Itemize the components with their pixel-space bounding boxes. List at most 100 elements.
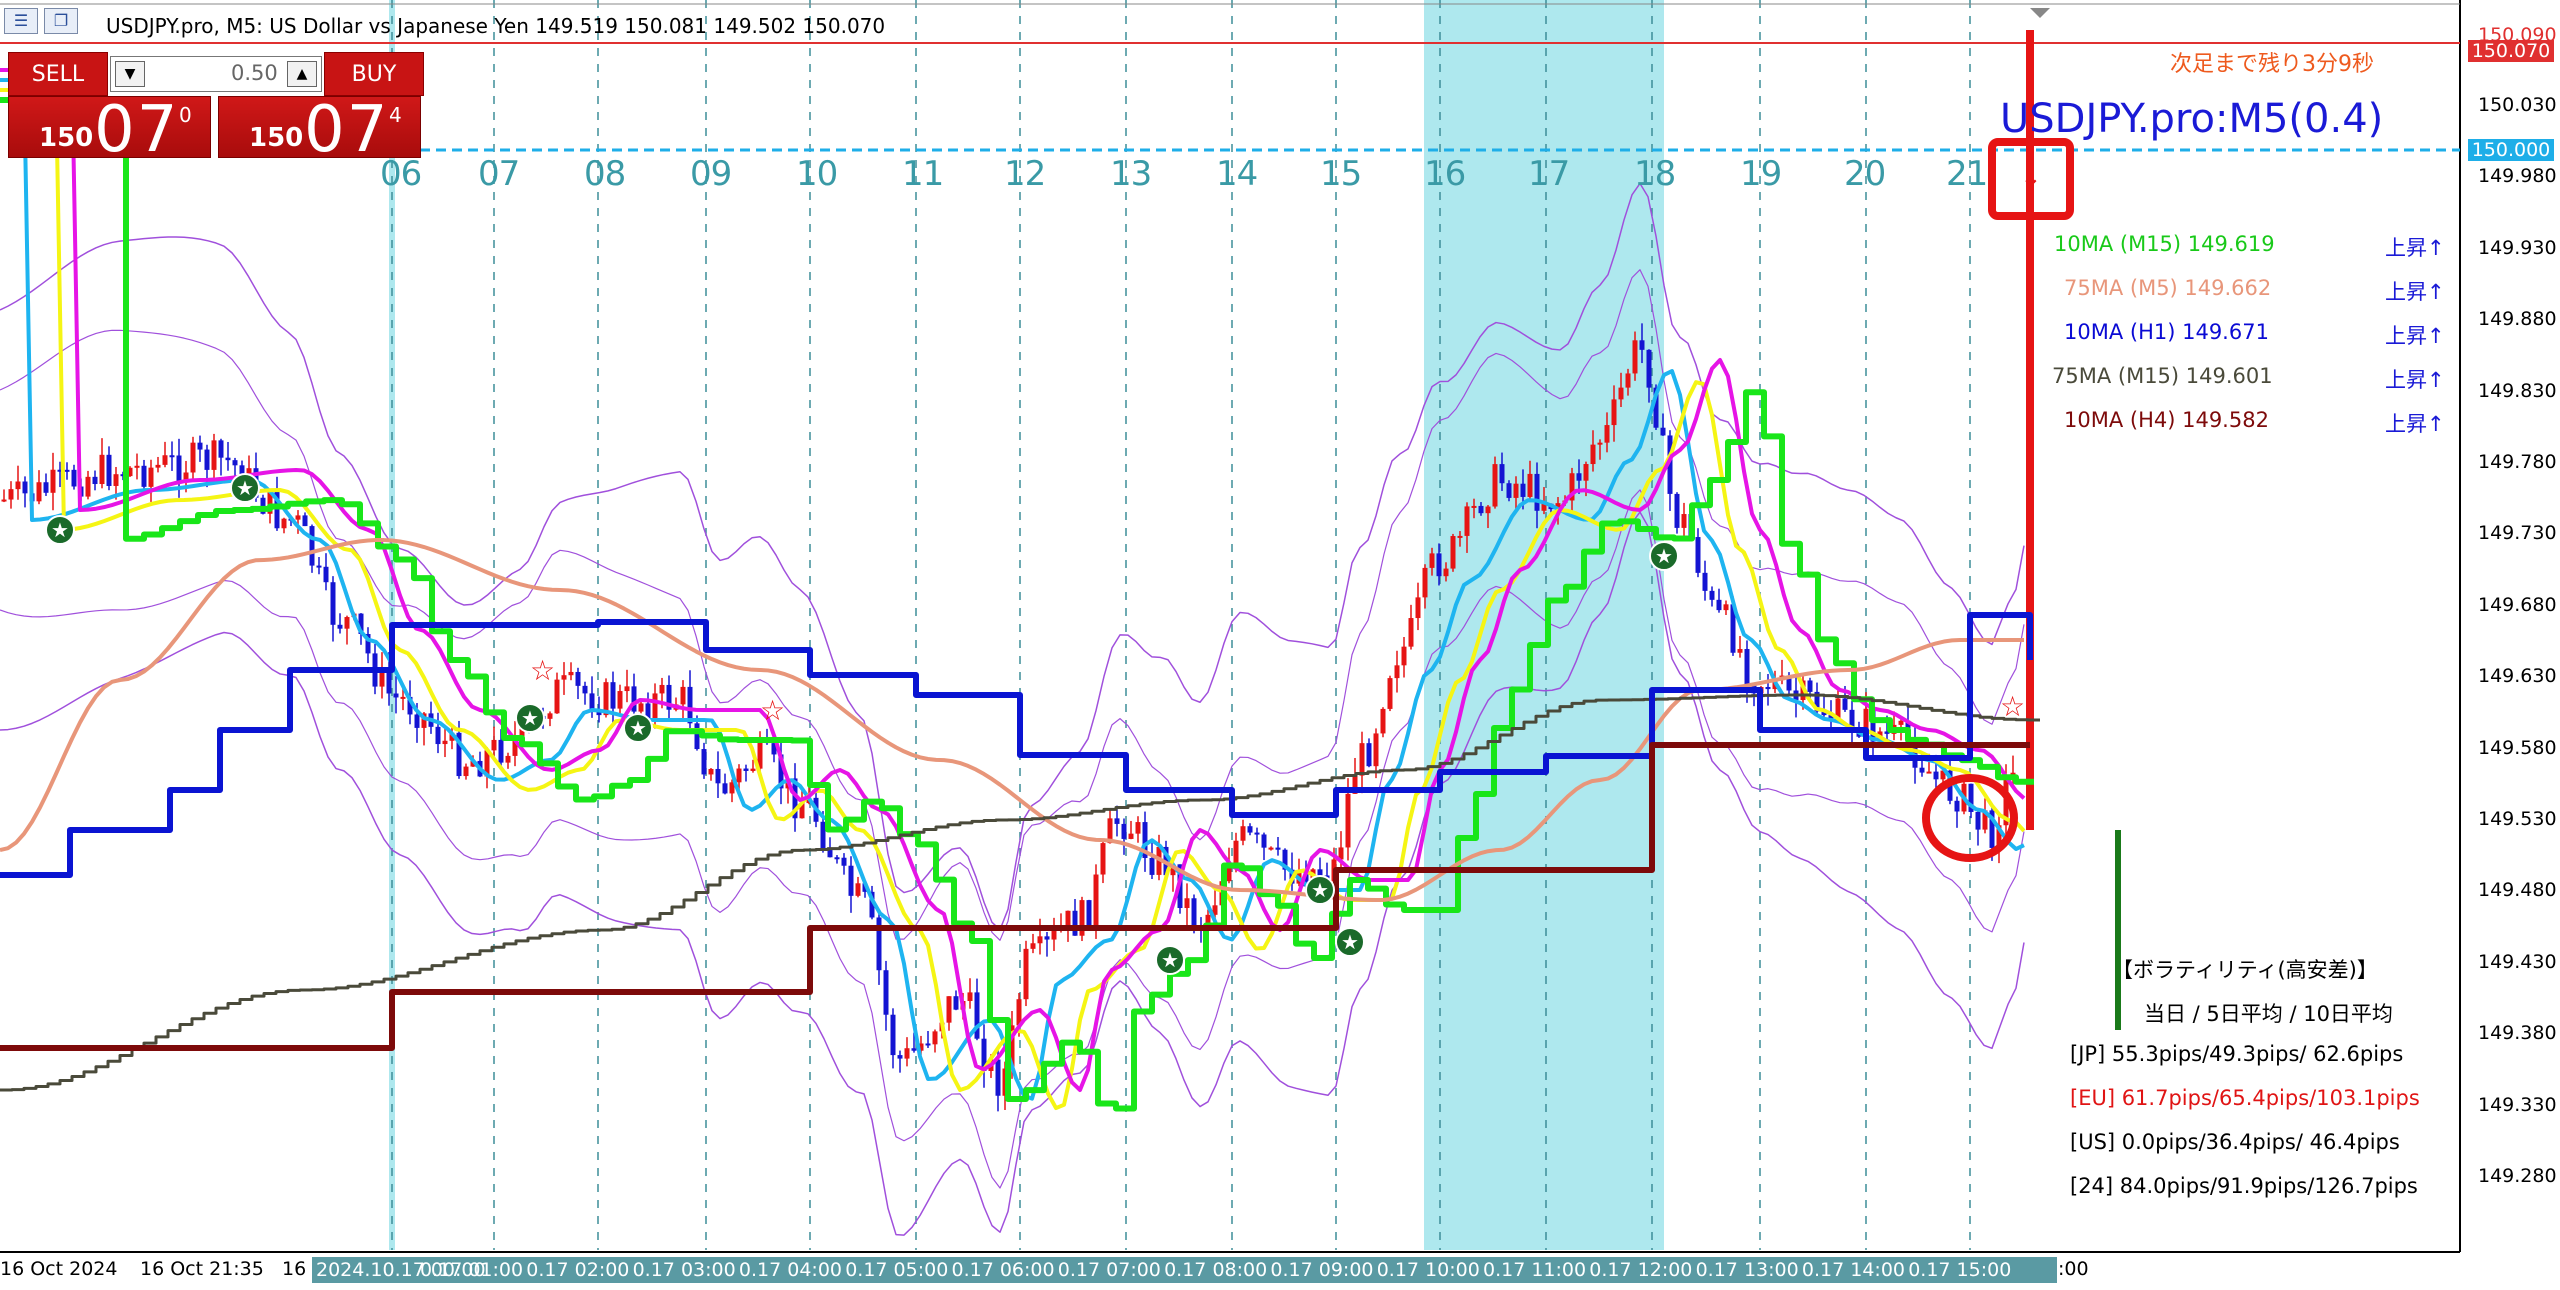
chart-title: USDJPY.pro, M5: US Dollar vs Japanese Ye…: [106, 14, 886, 38]
candle-body: [1513, 483, 1519, 498]
candle-body: [1660, 427, 1666, 436]
candle-body: [652, 693, 658, 719]
hour-label: 07: [478, 154, 520, 194]
volatility-row: [US] 0.0pips/36.4pips/ 46.4pips: [2070, 1130, 2400, 1154]
candle-body: [1674, 493, 1680, 528]
candle-body: [925, 1043, 931, 1046]
time-strip-label: 0.17 13:00: [1695, 1259, 1799, 1281]
candle-body: [1520, 483, 1526, 497]
candle-body: [554, 679, 560, 714]
price-tick-label: 149.480: [2478, 879, 2557, 902]
candle-body: [1471, 505, 1477, 508]
candle-body: [15, 481, 21, 490]
window-tile-icon[interactable]: ❐: [44, 8, 78, 34]
candle-body: [1044, 936, 1050, 940]
candle-body: [1702, 572, 1708, 591]
buy-button[interactable]: BUY: [324, 52, 424, 96]
hour-label: 09: [690, 154, 732, 194]
candle-body: [1254, 832, 1260, 835]
buy-price-box[interactable]: 150 07 4: [218, 93, 421, 167]
candle-body: [883, 970, 889, 1015]
candle-body: [491, 739, 497, 751]
list-view-icon[interactable]: ☰: [4, 8, 38, 34]
candle-body: [897, 1055, 903, 1059]
price-tick-label: 149.880: [2478, 308, 2557, 331]
candle-body: [1394, 665, 1400, 679]
candle-body: [442, 740, 448, 745]
candle-body: [995, 1059, 1001, 1096]
sell-signal-star-icon: ☆: [2000, 690, 2025, 723]
candle-body: [694, 723, 700, 750]
time-strip-label: 0.17 04:00: [738, 1259, 842, 1281]
candle-body: [659, 684, 665, 694]
ma-trend-label: 上昇↑: [2385, 412, 2445, 436]
candle-body: [1611, 399, 1617, 426]
time-axis-label: 16 Oct 2024: [0, 1258, 118, 1280]
ma-label: 75MA (M15) 149.601: [2052, 364, 2273, 388]
candle-body: [1499, 464, 1505, 484]
lot-increase-icon[interactable]: ▲: [287, 61, 317, 87]
candle-body: [834, 857, 840, 860]
signal-marker-star: ★: [629, 716, 647, 740]
price-tick-label: 149.380: [2478, 1022, 2557, 1045]
candle-body: [1450, 536, 1456, 569]
candle-body: [8, 489, 14, 500]
candle-body: [1646, 349, 1652, 388]
candle-body: [1765, 686, 1771, 690]
candle-body: [463, 766, 469, 777]
candle-body: [1604, 425, 1610, 443]
candle-body: [827, 850, 833, 858]
candle-body: [64, 469, 70, 472]
candle-body: [498, 739, 504, 763]
lot-size-field[interactable]: ▼ 0.50 ▲: [110, 56, 322, 92]
signal-marker-star: ★: [51, 518, 69, 542]
hour-label: 19: [1740, 154, 1782, 194]
signal-marker-star: ★: [236, 476, 254, 500]
time-strip-label: 0.17 14:00: [1801, 1259, 1905, 1281]
lot-size-value[interactable]: 0.50: [231, 61, 278, 85]
candle-body: [1380, 708, 1386, 734]
price-tick-label: 149.830: [2478, 379, 2557, 402]
candle-body: [1114, 818, 1120, 824]
sell-signal-star-icon: ☆: [760, 694, 785, 727]
volatility-subtitle: 当日 / 5日平均 / 10日平均: [2144, 1002, 2393, 1026]
price-tick-label: 149.630: [2478, 665, 2557, 688]
signal-marker-star: ★: [1311, 878, 1329, 902]
hour-label: 17: [1528, 154, 1570, 194]
candle-body: [715, 768, 721, 784]
symbol-label: USDJPY.pro:M5(0.4): [2000, 96, 2384, 142]
candle-body: [575, 671, 581, 686]
candle-body: [904, 1048, 910, 1059]
time-strip-label: 0.17 10:00: [1376, 1259, 1480, 1281]
candle-body: [1478, 505, 1484, 514]
candle-body: [99, 454, 105, 485]
candle-body: [1240, 826, 1246, 841]
candle-body: [1954, 800, 1960, 812]
candle-body: [281, 518, 287, 529]
candle-body: [617, 691, 623, 709]
candle-body: [1506, 483, 1512, 498]
candle-body: [848, 865, 854, 896]
time-strip-label: 0.17 15:00: [1908, 1259, 2012, 1281]
candle-body: [1625, 373, 1631, 388]
candle-body: [911, 1048, 917, 1051]
lot-decrease-icon[interactable]: ▼: [115, 61, 145, 87]
candle-body: [50, 469, 56, 493]
candle-body: [1275, 847, 1281, 850]
sell-price-prefix: 150: [39, 123, 94, 153]
sell-price-box[interactable]: 150 07 0: [8, 93, 211, 167]
candle-body: [344, 617, 350, 629]
candle-body: [211, 440, 217, 470]
candle-body: [323, 566, 329, 583]
candle-body: [232, 460, 238, 466]
one-click-trade-panel: SELL ▼ 0.50 ▲ BUY 150 07 0 150 07 4: [8, 52, 424, 167]
sell-button[interactable]: SELL: [8, 52, 108, 96]
time-strip-label: 0.17 06:00: [951, 1259, 1055, 1281]
candle-body: [1975, 811, 1981, 830]
candle-body: [1429, 553, 1435, 568]
candle-body: [1919, 767, 1925, 773]
candle-body: [505, 755, 511, 763]
candle-body: [1093, 874, 1099, 928]
candle-body: [1457, 535, 1463, 538]
candle-body: [169, 455, 175, 458]
